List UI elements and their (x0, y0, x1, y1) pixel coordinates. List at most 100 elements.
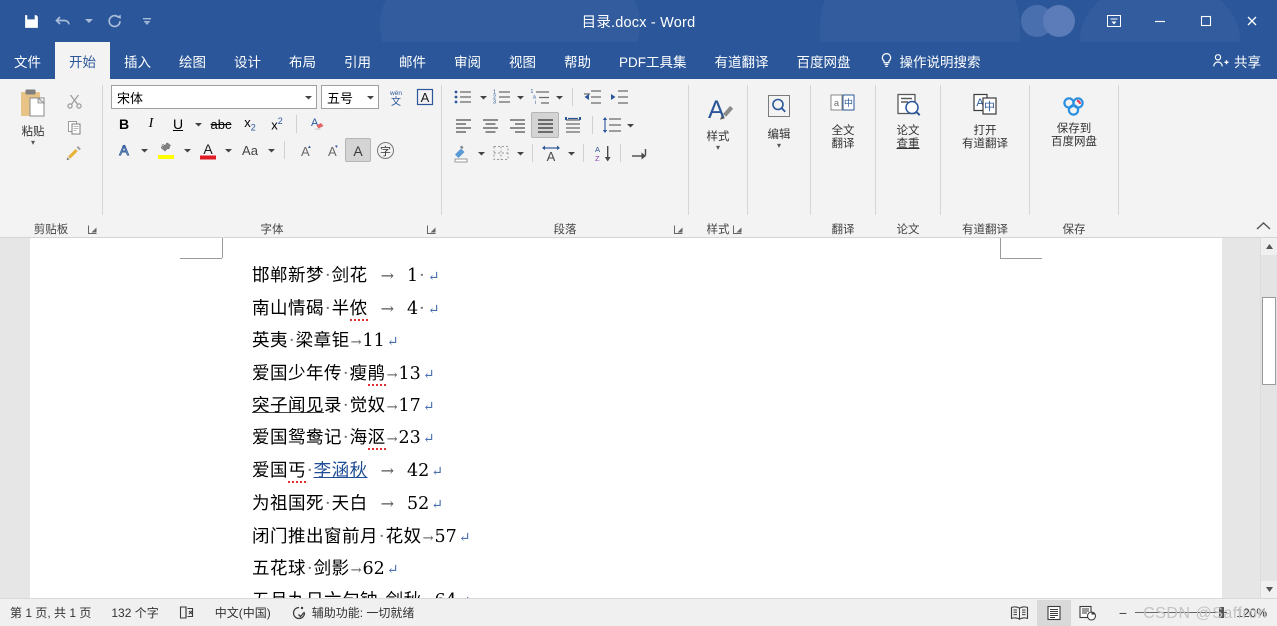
underline-options-chevron-down-icon[interactable] (192, 112, 205, 136)
toc-entry-author[interactable]: 李涵秋 (314, 456, 368, 487)
multilevel-chevron-down-icon[interactable] (553, 85, 566, 109)
bullets-icon[interactable] (450, 85, 476, 109)
format-painter-icon[interactable] (61, 141, 87, 165)
language-indicator[interactable]: 中文(中国) (205, 604, 281, 621)
maximize-icon[interactable] (1183, 0, 1229, 42)
bullets-chevron-down-icon[interactable] (477, 85, 490, 109)
chevron-down-icon[interactable]: ▾ (716, 144, 720, 152)
zoom-slider-track[interactable] (1135, 607, 1227, 618)
line-spacing-icon[interactable] (599, 113, 623, 137)
align-center-icon[interactable] (477, 113, 503, 137)
toc-entry[interactable]: 英夷 · 梁章钜 → 11 ↵ (252, 326, 1182, 358)
accessibility-status[interactable]: 辅助功能: 一切就绪 (281, 604, 425, 621)
paragraph-dialog-launcher[interactable] (673, 224, 684, 235)
subscript-button[interactable]: x2 (237, 112, 263, 136)
chevron-down-icon[interactable] (301, 94, 316, 101)
table-of-contents[interactable]: 邯郸新梦 · 剑花 → 1 · ↵ 南山情碣 · 半侬 → 4 · ↵ 英夷 · 梁章钜 → 11 ↵ 爱国少年传 · 瘦鹃… (252, 260, 1182, 598)
tab-baidu-netdisk[interactable]: 百度网盘 (783, 42, 865, 79)
tab-design[interactable]: 设计 (220, 42, 275, 79)
strikethrough-button[interactable]: abc (206, 112, 236, 136)
shading-icon[interactable] (450, 141, 474, 165)
copy-icon[interactable] (61, 115, 87, 139)
open-youdao-translate-button[interactable]: A中 打开 有道翻译 (957, 89, 1013, 154)
page-indicator[interactable]: 第 1 页, 共 1 页 (0, 604, 101, 621)
numbering-icon[interactable]: 123 (491, 85, 513, 109)
scroll-up-arrow-icon[interactable] (1261, 238, 1277, 255)
styles-button[interactable]: A 样式 ▾ (694, 91, 742, 154)
share-button[interactable]: 共享 (1196, 42, 1277, 79)
scroll-down-arrow-icon[interactable] (1261, 581, 1277, 598)
tab-review[interactable]: 审阅 (440, 42, 495, 79)
scrollbar-thumb[interactable] (1262, 297, 1276, 385)
character-shading-icon[interactable]: A (345, 138, 371, 162)
font-size-combobox[interactable]: 五号 (321, 85, 379, 109)
zoom-out-button[interactable]: − (1119, 605, 1127, 621)
cut-scissors-icon[interactable] (61, 89, 87, 113)
proofing-status[interactable] (169, 605, 205, 620)
change-case-button[interactable]: Aa (236, 138, 264, 162)
chevron-down-icon[interactable] (363, 94, 378, 101)
chevron-down-icon[interactable] (80, 6, 98, 36)
phonetic-guide-icon[interactable]: wén 文 (383, 85, 409, 109)
tab-youdao-translate[interactable]: 有道翻译 (701, 42, 783, 79)
chevron-down-icon[interactable]: ▾ (31, 139, 35, 147)
tab-references[interactable]: 引用 (330, 42, 385, 79)
font-dialog-launcher[interactable] (426, 224, 437, 235)
multilevel-list-icon[interactable]: 1ai (528, 85, 552, 109)
close-icon[interactable] (1229, 0, 1275, 42)
borders-chevron-down-icon[interactable] (514, 141, 527, 165)
italic-button[interactable]: I (138, 112, 164, 136)
borders-icon[interactable] (489, 141, 513, 165)
zoom-level-label[interactable]: 120% (1235, 606, 1277, 620)
floppy-disk-icon[interactable] (16, 6, 46, 36)
print-layout-icon[interactable] (1036, 599, 1071, 626)
toc-entry[interactable]: 爱国丐 · 李涵秋 → 42 ↵ (252, 455, 1182, 488)
vertical-scrollbar[interactable] (1260, 238, 1277, 598)
asian-layout-chevron-down-icon[interactable] (565, 141, 578, 165)
grow-font-icon[interactable]: A (291, 138, 317, 162)
align-right-icon[interactable] (504, 113, 530, 137)
redo-arrow-icon[interactable] (100, 6, 130, 36)
align-left-icon[interactable] (450, 113, 476, 137)
toc-entry[interactable]: 邯郸新梦 · 剑花 → 1 · ↵ (252, 260, 1182, 293)
minimize-icon[interactable] (1137, 0, 1183, 42)
font-color-icon[interactable]: A (195, 138, 221, 162)
toc-entry[interactable]: 五花球 · 剑影 → 62 ↵ (252, 554, 1182, 586)
tab-file[interactable]: 文件 (0, 42, 55, 79)
line-spacing-chevron-down-icon[interactable] (624, 113, 637, 137)
font-family-combobox[interactable]: 宋体 (111, 85, 317, 109)
word-count[interactable]: 132 个字 (101, 604, 168, 621)
zoom-slider-thumb[interactable] (1219, 607, 1224, 618)
distribute-icon[interactable] (560, 113, 586, 137)
show-formatting-marks-icon[interactable] (626, 141, 652, 165)
justify-icon[interactable] (531, 112, 559, 138)
asian-layout-icon[interactable]: A (538, 141, 564, 165)
toc-entry[interactable]: 闭门推出窗前月 · 花奴 → 57 ↵ (252, 522, 1182, 554)
tab-pdf-tools[interactable]: PDF工具集 (605, 42, 701, 79)
qat-overflow-icon[interactable] (132, 6, 162, 36)
read-mode-icon[interactable] (1003, 600, 1037, 626)
clipboard-dialog-launcher[interactable] (87, 224, 98, 235)
zoom-slider[interactable]: − (1105, 605, 1235, 621)
enclose-character-icon[interactable]: 字 (372, 138, 398, 162)
character-border-icon[interactable]: A (413, 85, 437, 109)
undo-arrow-icon[interactable] (48, 6, 78, 36)
shading-chevron-down-icon[interactable] (475, 141, 488, 165)
sort-icon[interactable]: AZ (589, 141, 615, 165)
toc-entry[interactable]: 五月九日六句钟·剑秋→64↵ (252, 586, 1182, 598)
web-layout-icon[interactable] (1071, 600, 1105, 626)
decrease-indent-icon[interactable] (579, 85, 605, 109)
document-page[interactable]: 邯郸新梦 · 剑花 → 1 · ↵ 南山情碣 · 半侬 → 4 · ↵ 英夷 · 梁章钜 → 11 ↵ 爱国少年传 · 瘦鹃… (30, 238, 1222, 598)
tab-insert[interactable]: 插入 (110, 42, 165, 79)
tell-me-search[interactable]: 操作说明搜索 (865, 42, 991, 79)
text-effects-icon[interactable]: A (111, 138, 137, 162)
toc-entry[interactable]: 南山情碣 · 半侬 → 4 · ↵ (252, 293, 1182, 326)
save-to-baidu-netdisk-button[interactable]: 保存到 百度网盘 (1046, 89, 1102, 152)
collapse-ribbon-chevron-up-icon[interactable] (1256, 221, 1271, 231)
text-effects-chevron-down-icon[interactable] (138, 138, 151, 162)
thesis-check-button[interactable]: 论文 查重 (885, 89, 931, 154)
highlight-chevron-down-icon[interactable] (181, 138, 194, 162)
scrollbar-track[interactable] (1261, 255, 1277, 581)
tab-layout[interactable]: 布局 (275, 42, 330, 79)
chevron-down-icon[interactable]: ▾ (777, 142, 781, 150)
